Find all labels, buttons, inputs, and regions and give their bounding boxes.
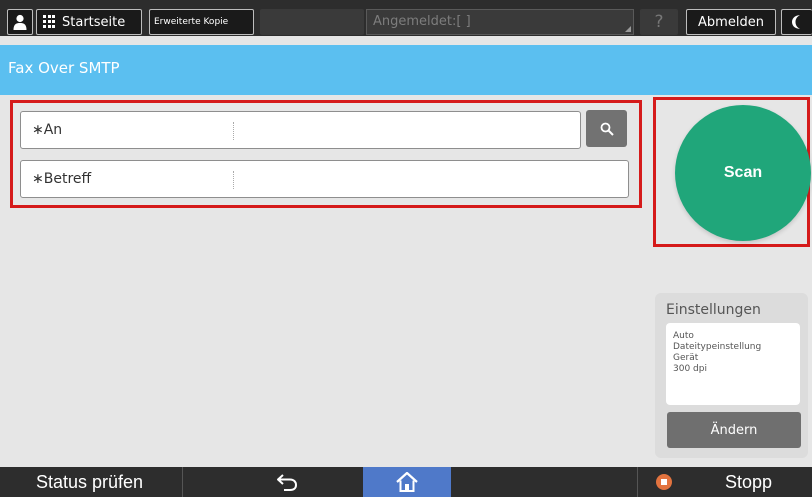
change-settings-button[interactable]: Ändern — [667, 412, 801, 448]
stop-icon[interactable] — [656, 474, 672, 490]
help-label: ? — [654, 12, 664, 32]
energy-saver-button[interactable] — [781, 9, 812, 35]
app-title: Fax Over SMTP — [8, 59, 120, 77]
expand-corner-icon — [625, 26, 631, 32]
divider — [182, 467, 183, 497]
top-bar: Startseite Erweiterte Kopie Angemeldet:[… — [0, 0, 812, 36]
setting-resolution: 300 dpi — [673, 364, 707, 374]
advanced-copy-button[interactable]: Erweiterte Kopie — [149, 9, 254, 35]
help-button[interactable]: ? — [640, 9, 678, 35]
user-icon — [13, 14, 27, 30]
to-field[interactable]: ∗An — [20, 111, 581, 149]
login-status-field[interactable]: Angemeldet:[ ] — [366, 9, 634, 35]
moon-icon — [792, 15, 800, 29]
setting-file-type: Dateitypeinstellung — [673, 342, 762, 352]
login-status-text: Angemeldet:[ ] — [373, 14, 471, 29]
setting-device: Gerät — [673, 353, 699, 363]
scan-button[interactable]: Scan — [675, 105, 811, 241]
field-separator — [233, 171, 234, 189]
home-shortcut-button[interactable]: Startseite — [36, 9, 142, 35]
stop-button[interactable]: Stopp — [725, 472, 772, 493]
logout-label: Abmelden — [698, 14, 764, 30]
home-button[interactable] — [363, 467, 451, 497]
grid-icon — [43, 15, 57, 29]
empty-shortcut-slot — [260, 9, 364, 35]
subject-label: ∗Betreff — [32, 171, 92, 187]
to-label: ∗An — [32, 122, 63, 138]
setting-color-mode: Auto — [673, 331, 694, 341]
app-title-bar: Fax Over SMTP — [0, 45, 812, 95]
logout-button[interactable]: Abmelden — [686, 9, 776, 35]
bottom-bar: Status prüfen Stopp — [0, 467, 812, 497]
home-shortcut-label: Startseite — [62, 14, 126, 30]
check-status-button[interactable]: Status prüfen — [36, 472, 143, 493]
search-icon — [600, 122, 614, 136]
settings-heading: Einstellungen — [666, 302, 761, 318]
settings-summary: Auto Dateitypeinstellung Gerät 300 dpi — [666, 323, 800, 405]
user-button[interactable] — [7, 9, 33, 35]
stop-hand-icon — [661, 479, 667, 485]
advanced-copy-label: Erweiterte Kopie — [154, 17, 229, 27]
home-icon — [396, 472, 418, 492]
back-icon — [277, 474, 298, 491]
settings-panel: Einstellungen Auto Dateitypeinstellung G… — [655, 293, 808, 458]
subject-field[interactable]: ∗Betreff — [20, 160, 629, 198]
address-search-button[interactable] — [586, 110, 627, 147]
divider — [637, 467, 638, 497]
scan-label: Scan — [723, 164, 763, 181]
back-button[interactable] — [275, 471, 299, 493]
change-settings-label: Ändern — [710, 422, 758, 438]
field-separator — [233, 122, 234, 140]
